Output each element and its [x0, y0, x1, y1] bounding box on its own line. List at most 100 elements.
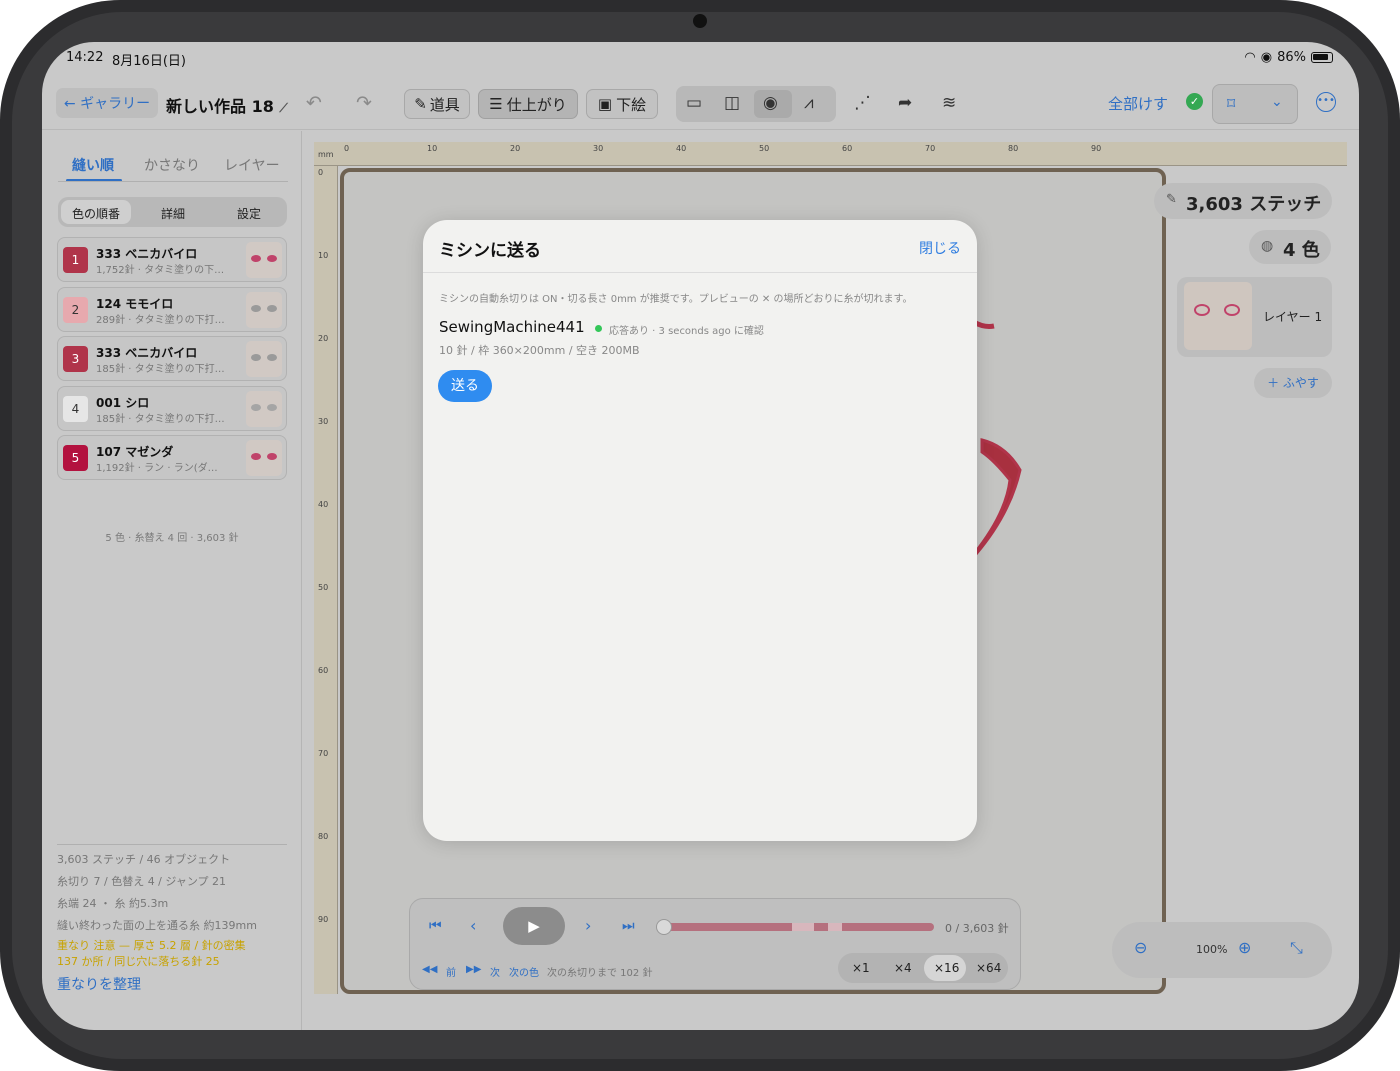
wifi-icon: ◠: [1244, 50, 1256, 65]
zoom-in-icon[interactable]: ⊕: [1238, 938, 1251, 957]
step-forward-icon[interactable]: ›: [585, 916, 591, 935]
color-thumbnail: [246, 291, 282, 328]
stat-trims: 糸切り 7 / 色替え 4 / ジャンプ 21: [57, 875, 227, 888]
thumbnail-eye-right: [267, 255, 277, 262]
clear-all-button[interactable]: 全部けす: [1108, 93, 1168, 114]
speed-x1[interactable]: ×1: [852, 961, 870, 975]
undo-icon[interactable]: ↶: [306, 92, 322, 114]
step-back-icon[interactable]: ‹: [470, 916, 476, 935]
zoom-out-icon[interactable]: ⊖: [1134, 938, 1147, 957]
bookmark-menu[interactable]: ⌑ ⌄: [1212, 84, 1298, 124]
bookmark-icon[interactable]: ⌑: [1227, 94, 1235, 113]
color-name: 107 マゼンダ: [96, 445, 174, 459]
dialog-divider: [423, 272, 977, 273]
more-icon[interactable]: •••: [1316, 92, 1336, 112]
color-swatch: 5: [63, 445, 88, 471]
layer-card[interactable]: レイヤー 1: [1177, 277, 1332, 357]
horizontal-ruler: mm 0 10 20 30 40 50 60 70 80 90: [314, 142, 1347, 166]
tool-button[interactable]: ✎ 道具: [404, 89, 470, 119]
ruler-unit: mm: [318, 150, 334, 159]
next-label[interactable]: 次: [490, 964, 500, 979]
organize-overlap-button[interactable]: 重なりを整理: [57, 974, 141, 994]
underdraw-button[interactable]: ▣ 下絵: [586, 89, 658, 119]
rewind-icon[interactable]: ◀◀: [422, 964, 437, 975]
ruler-h-label: 60: [842, 144, 853, 153]
progress-knob[interactable]: [656, 919, 672, 935]
stat-overpass: 縫い終わった面の上を通る糸 約139mm: [57, 919, 257, 932]
segment-detail[interactable]: 詳細: [161, 205, 185, 222]
machine-status: 応答あり · 3 seconds ago に確認: [609, 326, 764, 337]
dialog-close-button[interactable]: 閉じる: [919, 238, 961, 258]
finish-button[interactable]: ☰ 仕上がり: [478, 89, 578, 119]
color-detail: 185針 · タタミ塗りの下打…: [96, 413, 225, 425]
ruler-h-label: 90: [1091, 144, 1102, 153]
skip-end-icon[interactable]: ⏭: [622, 918, 635, 934]
segment-settings[interactable]: 設定: [237, 205, 261, 222]
color-count-pill[interactable]: ◍ 4 色: [1249, 230, 1331, 264]
color-name: 001 シロ: [96, 395, 150, 410]
battery-icon: [1311, 52, 1333, 63]
add-layer-button[interactable]: ＋ ふやす: [1254, 368, 1332, 398]
underdraw-label: 下絵: [616, 95, 647, 114]
path-nodes-icon[interactable]: ⋰: [854, 93, 871, 113]
gallery-back-button[interactable]: ← ギャラリー: [56, 88, 158, 118]
zoom-control: ⊖ 100% ⊕ ⤡: [1112, 922, 1332, 978]
symmetry-icon[interactable]: ⩘: [804, 93, 814, 113]
eye-icon[interactable]: ◉: [763, 93, 778, 113]
online-status-icon: [595, 325, 602, 332]
zoom-level: 100%: [1196, 943, 1228, 956]
status-time: 14:22: [66, 50, 104, 65]
thumbnail-eye-right: [1224, 304, 1240, 316]
color-list-item[interactable]: 3 333 ベニカバイロ 185針 · タタミ塗りの下打…: [57, 336, 287, 381]
thumbnail-eye-left: [251, 304, 261, 312]
color-list-item[interactable]: 5 107 マゼンダ 1,192針 · ラン · ラン(ダ…: [57, 435, 287, 480]
playback-bar: ⏮ ‹ ▶ › ⏭ 0 / 3,603 針 ◀◀ 前 ▶▶ 次 次の色 次の糸切…: [409, 898, 1021, 990]
color-swatch: 2: [63, 296, 88, 323]
color-list-item[interactable]: 4 001 シロ 185針 · タタミ塗りの下打…: [57, 385, 287, 431]
speed-x64[interactable]: ×64: [976, 961, 1001, 975]
send-to-machine-dialog: ミシンに送る 閉じる ミシンの自動糸切りは ON・切る長さ 0mm が推奨です。…: [423, 220, 977, 841]
fast-forward-icon[interactable]: ▶▶: [466, 964, 481, 975]
finish-label: 仕上がり: [506, 95, 567, 114]
play-button[interactable]: ▶: [503, 907, 565, 945]
color-thumbnail: [246, 242, 282, 278]
tab-layer[interactable]: レイヤー: [224, 155, 280, 175]
color-thumbnail: [246, 440, 282, 476]
warning-density: 137 か所 / 同じ穴に落ちる針 25: [57, 955, 220, 968]
machine-name: SewingMachine441: [439, 318, 585, 336]
ruler-h-label: 50: [759, 144, 770, 153]
play-icon: ▶: [528, 917, 540, 935]
prev-label[interactable]: 前: [446, 964, 456, 979]
track-marker-1: [792, 923, 814, 931]
progress-track[interactable]: [662, 923, 934, 931]
image-toggle-icon[interactable]: ▭: [686, 93, 702, 113]
document-title[interactable]: 新しい作品 18 ⟋: [166, 93, 288, 117]
tab-overlap[interactable]: かさなり: [144, 155, 200, 175]
color-list-item[interactable]: 2 124 モモイロ 289針 · タタミ塗りの下打…: [57, 286, 287, 332]
dialog-title: ミシンに送る: [439, 241, 541, 261]
layers-3d-icon[interactable]: ◫: [724, 93, 740, 113]
app-screen: 14:22 8月16日(日) ◠ ◉ 86% ← ギャラリー 新しい作品 18 …: [42, 42, 1359, 1030]
color-list-item[interactable]: 1 333 ベニカバイロ 1,752針 · タタミ塗りの下…: [57, 237, 287, 282]
thumbnail-eye-right: [267, 453, 277, 460]
color-thumbnail: [246, 390, 282, 427]
ruler-v-label: 30: [318, 417, 329, 426]
color-detail: 185針 · タタミ塗りの下打…: [96, 364, 225, 375]
stack-icon[interactable]: ≋: [942, 93, 956, 113]
skip-start-icon[interactable]: ⏮: [429, 918, 442, 934]
tabs-divider: [58, 181, 288, 182]
send-button[interactable]: 送る: [438, 370, 492, 402]
segment-color-order[interactable]: 色の順番: [72, 205, 120, 222]
share-icon[interactable]: ➦: [898, 93, 912, 113]
fit-screen-icon[interactable]: ⤡: [1290, 938, 1303, 958]
next-color-button[interactable]: 次の色: [509, 964, 539, 979]
speed-x4[interactable]: ×4: [894, 961, 912, 975]
panel-tabs: 縫い順 かさなり レイヤー: [58, 151, 288, 183]
redo-icon[interactable]: ↷: [356, 92, 372, 114]
ruler-v-label: 0: [318, 168, 324, 177]
stitch-shape-curve: [969, 438, 1022, 559]
tab-stitch-order[interactable]: 縫い順: [72, 155, 114, 175]
stat-thread: 糸端 24 ・ 糸 約5.3m: [57, 897, 169, 910]
chevron-down-icon[interactable]: ⌄: [1271, 94, 1283, 110]
speed-x16[interactable]: ×16: [934, 961, 959, 975]
